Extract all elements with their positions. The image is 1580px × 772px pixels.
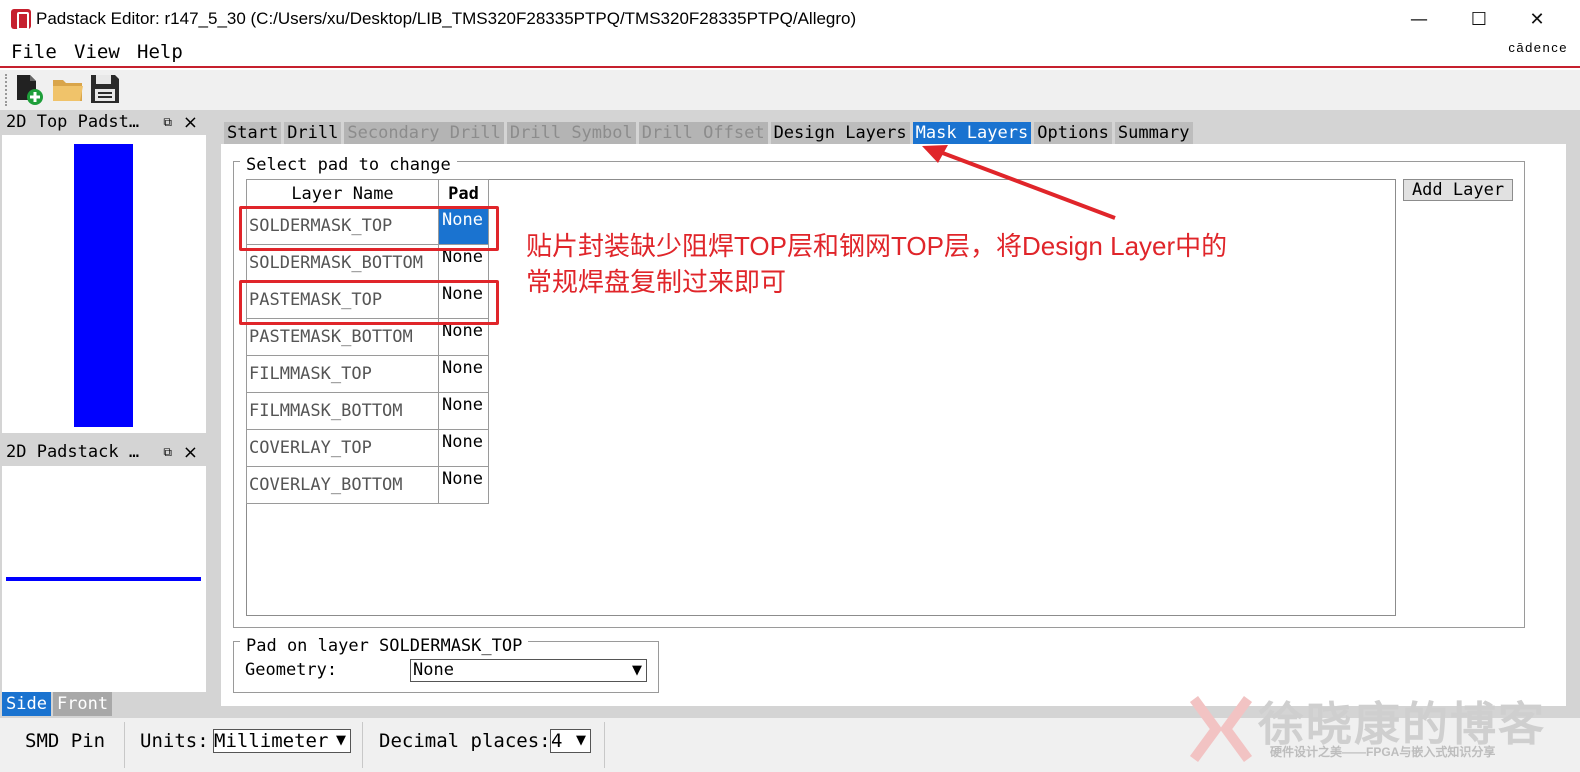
chevron-down-icon: ▼ [632, 663, 642, 678]
title-bar: Padstack Editor: r147_5_30 (C:/Users/xu/… [0, 0, 1580, 38]
tab-drill[interactable]: Drill [284, 122, 342, 145]
units-select[interactable]: Millimeter ▼ [213, 729, 351, 753]
decimal-places-value: 4 [551, 730, 563, 752]
tab-side[interactable]: Side [2, 692, 51, 716]
side-view-canvas[interactable] [2, 466, 206, 692]
app-icon [11, 9, 31, 30]
window-title: Padstack Editor: r147_5_30 (C:/Users/xu/… [36, 9, 857, 28]
table-row[interactable]: FILMMASK_BOTTOM None [246, 392, 489, 430]
select-pad-group-label: Select pad to change [240, 155, 457, 175]
units-label: Units: [140, 730, 209, 752]
minimize-button[interactable]: — [1396, 0, 1442, 38]
pad-shape-side [6, 577, 201, 581]
column-header-pad: Pad [438, 179, 489, 208]
annotation-note: 贴片封装缺少阻焊TOP层和钢网TOP层，将Design Layer中的 常规焊盘… [526, 228, 1306, 300]
pad-cell[interactable]: None [438, 392, 489, 430]
watermark-logo-icon [1189, 696, 1253, 762]
status-divider [604, 722, 605, 768]
toolbar-grip [5, 74, 7, 106]
pad-on-layer-group-label: Pad on layer SOLDERMASK_TOP [240, 636, 529, 656]
side-view-panel-header: 2D Padstack … ⧉ × [2, 441, 206, 465]
panel-close-icon[interactable]: × [183, 112, 198, 133]
side-view-panel-title: 2D Padstack … [6, 442, 140, 462]
decimal-places-select[interactable]: 4 ▼ [550, 729, 591, 753]
column-header-layer-name: Layer Name [246, 179, 439, 208]
pad-cell[interactable]: None [438, 429, 489, 467]
toolbar [0, 70, 1580, 110]
annotation-arrow-icon [922, 145, 1116, 220]
layer-name-cell[interactable]: FILMMASK_TOP [246, 355, 439, 393]
add-layer-button[interactable]: Add Layer [1403, 179, 1513, 201]
annotation-line-2: 常规焊盘复制过来即可 [526, 267, 787, 297]
tab-front[interactable]: Front [52, 692, 113, 716]
status-divider [362, 722, 363, 768]
pad-shape-top [74, 144, 133, 427]
menu-file[interactable]: File [11, 41, 57, 63]
layer-name-cell[interactable]: COVERLAY_BOTTOM [246, 466, 439, 504]
highlight-pastemask-top [239, 280, 499, 325]
pad-cell[interactable]: None [438, 355, 489, 393]
float-icon[interactable]: ⧉ [163, 445, 172, 460]
watermark-subtitle: 硬件设计之美——FPGA与嵌入式知识分享 [1270, 745, 1496, 759]
new-file-icon[interactable] [13, 72, 47, 106]
table-row[interactable]: COVERLAY_BOTTOM None [246, 466, 489, 504]
table-row[interactable]: COVERLAY_TOP None [246, 429, 489, 467]
open-folder-icon[interactable] [51, 72, 85, 106]
top-view-panel-header: 2D Top Padst… ⧉ × [2, 111, 206, 135]
decimal-places-label: Decimal places: [379, 730, 551, 752]
highlight-soldermask-top [239, 206, 499, 251]
table-row[interactable]: FILMMASK_TOP None [246, 355, 489, 393]
geometry-select[interactable]: None ▼ [410, 659, 647, 682]
close-button[interactable]: ✕ [1514, 0, 1560, 38]
panel-close-icon[interactable]: × [183, 442, 198, 463]
layer-name-cell[interactable]: FILMMASK_BOTTOM [246, 392, 439, 430]
tab-design-layers[interactable]: Design Layers [770, 122, 910, 145]
view-tabs: Side Front [2, 692, 113, 716]
top-view-panel-title: 2D Top Padst… [6, 112, 140, 132]
menu-view[interactable]: View [74, 41, 120, 63]
tab-drill-offset: Drill Offset [638, 122, 768, 145]
units-value: Millimeter [214, 730, 329, 752]
maximize-button[interactable]: ☐ [1456, 0, 1502, 38]
tab-drill-symbol: Drill Symbol [506, 122, 636, 145]
tab-start[interactable]: Start [224, 122, 282, 145]
layer-name-cell[interactable]: COVERLAY_TOP [246, 429, 439, 467]
annotation-line-1: 贴片封装缺少阻焊TOP层和钢网TOP层，将Design Layer中的 [526, 231, 1228, 261]
cadence-logo: cādence [1508, 40, 1568, 55]
geometry-value: None [413, 660, 454, 680]
tab-secondary-drill: Secondary Drill [344, 122, 504, 145]
status-divider [124, 722, 125, 768]
menu-help[interactable]: Help [137, 41, 183, 63]
chevron-down-icon: ▼ [336, 733, 346, 748]
top-view-canvas[interactable] [2, 135, 206, 433]
geometry-label: Geometry: [245, 660, 338, 680]
chevron-down-icon: ▼ [576, 733, 586, 748]
float-icon[interactable]: ⧉ [163, 115, 172, 130]
pin-type-label: SMD Pin [25, 730, 106, 752]
save-disk-icon[interactable] [88, 72, 122, 106]
pad-cell[interactable]: None [438, 466, 489, 504]
menu-bar: File View Help [0, 38, 1580, 68]
